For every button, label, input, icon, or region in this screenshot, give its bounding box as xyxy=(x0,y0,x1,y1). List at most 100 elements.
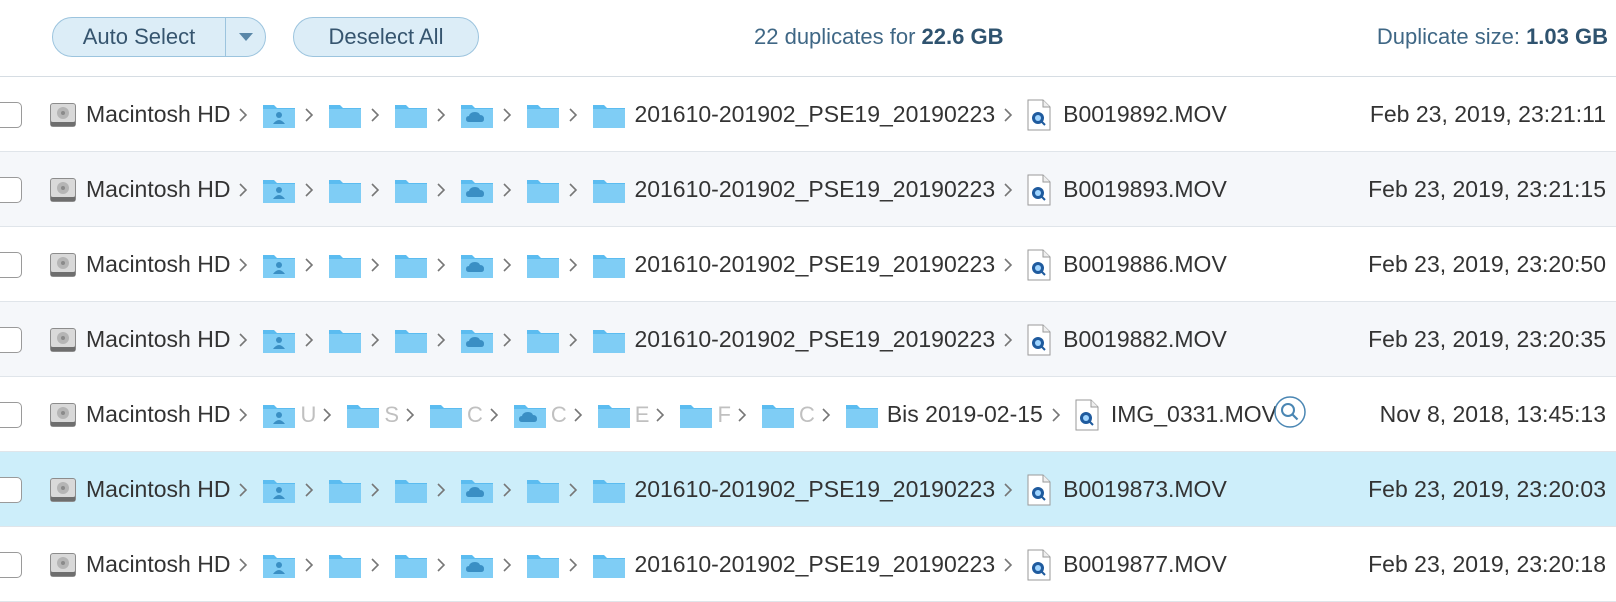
folder-icon[interactable] xyxy=(592,176,626,204)
movie-file-icon[interactable] xyxy=(1027,174,1051,206)
folder-icon[interactable] xyxy=(328,476,362,504)
user-folder-icon[interactable] xyxy=(262,551,296,579)
folder-name: 201610-201902_PSE19_20190223 xyxy=(634,176,996,202)
folder-icon[interactable] xyxy=(394,476,428,504)
truncated-folder-letter: S xyxy=(384,401,400,427)
hard-drive-icon xyxy=(50,402,76,427)
chevron-right-icon xyxy=(490,407,499,422)
file-name: B0019873.MOV xyxy=(1063,476,1227,502)
table-row[interactable]: Macintosh HD 201610-201902_PSE19_20190223… xyxy=(0,452,1616,527)
folder-icon[interactable] xyxy=(429,401,463,429)
volume-name: Macintosh HD xyxy=(86,476,231,502)
folder-icon[interactable] xyxy=(394,326,428,354)
table-row[interactable]: Macintosh HD 201610-201902_PSE19_20190223… xyxy=(0,77,1616,152)
folder-icon[interactable] xyxy=(346,401,380,429)
folder-icon[interactable] xyxy=(526,251,560,279)
auto-select-button[interactable]: Auto Select xyxy=(52,17,266,57)
chevron-right-icon xyxy=(1004,482,1013,497)
summary-size: 22.6 GB xyxy=(921,24,1004,49)
folder-icon[interactable] xyxy=(328,551,362,579)
folder-icon[interactable] xyxy=(526,101,560,129)
user-folder-icon[interactable] xyxy=(262,326,296,354)
table-row[interactable]: Macintosh HD 201610-201902_PSE19_20190223… xyxy=(0,302,1616,377)
movie-file-icon[interactable] xyxy=(1075,399,1099,431)
folder-name: 201610-201902_PSE19_20190223 xyxy=(634,476,996,502)
chevron-right-icon xyxy=(437,257,446,272)
movie-file-icon[interactable] xyxy=(1027,324,1051,356)
magnifier-icon[interactable] xyxy=(1274,396,1306,428)
user-folder-icon[interactable] xyxy=(262,176,296,204)
truncated-folder-letter: C xyxy=(467,401,483,427)
table-row[interactable]: Macintosh HD 201610-201902_PSE19_20190223… xyxy=(0,527,1616,602)
movie-file-icon[interactable] xyxy=(1027,249,1051,281)
folder-icon[interactable] xyxy=(394,176,428,204)
chevron-right-icon xyxy=(371,182,380,197)
chevron-right-icon xyxy=(305,182,314,197)
folder-icon[interactable] xyxy=(328,251,362,279)
chevron-right-icon xyxy=(1004,257,1013,272)
folder-icon[interactable] xyxy=(328,176,362,204)
folder-icon[interactable] xyxy=(526,176,560,204)
folder-icon[interactable] xyxy=(592,101,626,129)
folder-icon[interactable] xyxy=(845,401,879,429)
chevron-right-icon xyxy=(569,332,578,347)
user-folder-icon[interactable] xyxy=(262,101,296,129)
folder-icon[interactable] xyxy=(394,251,428,279)
hard-drive-icon xyxy=(50,102,76,127)
folder-icon[interactable] xyxy=(526,476,560,504)
folder-icon[interactable] xyxy=(526,326,560,354)
row-checkbox[interactable] xyxy=(0,552,22,578)
movie-file-icon[interactable] xyxy=(1027,549,1051,581)
deselect-all-button[interactable]: Deselect All xyxy=(293,17,479,57)
row-checkbox[interactable] xyxy=(0,477,22,503)
chevron-right-icon xyxy=(371,107,380,122)
volume-name: Macintosh HD xyxy=(86,326,231,352)
duplicate-size: Duplicate size: 1.03 GB xyxy=(1377,24,1608,50)
folder-icon[interactable] xyxy=(592,551,626,579)
auto-select-label[interactable]: Auto Select xyxy=(53,18,226,56)
user-folder-icon[interactable] xyxy=(262,401,296,429)
cloud-folder-icon[interactable] xyxy=(460,551,494,579)
cloud-folder-icon[interactable] xyxy=(460,326,494,354)
folder-icon[interactable] xyxy=(597,401,631,429)
row-checkbox[interactable] xyxy=(0,102,22,128)
duplicate-list: Macintosh HD 201610-201902_PSE19_20190223… xyxy=(0,77,1616,602)
movie-file-icon[interactable] xyxy=(1027,474,1051,506)
folder-icon[interactable] xyxy=(679,401,713,429)
file-date: Feb 23, 2019, 23:20:35 xyxy=(1368,326,1606,352)
folder-icon[interactable] xyxy=(394,551,428,579)
user-folder-icon[interactable] xyxy=(262,251,296,279)
folder-icon[interactable] xyxy=(592,251,626,279)
folder-icon[interactable] xyxy=(592,476,626,504)
cloud-folder-icon[interactable] xyxy=(460,476,494,504)
row-checkbox[interactable] xyxy=(0,402,22,428)
folder-icon[interactable] xyxy=(328,326,362,354)
cloud-folder-icon[interactable] xyxy=(460,176,494,204)
file-path: Macintosh HD 201610-201902_PSE19_20190223… xyxy=(48,527,1227,602)
chevron-down-icon[interactable] xyxy=(226,18,265,56)
table-row[interactable]: Macintosh HD 201610-201902_PSE19_20190223… xyxy=(0,227,1616,302)
folder-icon[interactable] xyxy=(526,551,560,579)
table-row[interactable]: Macintosh HD 201610-201902_PSE19_20190223… xyxy=(0,152,1616,227)
truncated-folder-letter: C xyxy=(798,401,815,427)
cloud-folder-icon[interactable] xyxy=(460,251,494,279)
chevron-right-icon xyxy=(569,107,578,122)
row-checkbox[interactable] xyxy=(0,252,22,278)
folder-icon[interactable] xyxy=(592,326,626,354)
chevron-right-icon xyxy=(305,482,314,497)
folder-icon[interactable] xyxy=(394,101,428,129)
table-row[interactable]: Macintosh HD U S C C E F C Bis 2019-02-15 IMG_033… xyxy=(0,377,1616,452)
row-checkbox[interactable] xyxy=(0,327,22,353)
row-checkbox[interactable] xyxy=(0,177,22,203)
movie-file-icon[interactable] xyxy=(1027,99,1051,131)
dup-size-value: 1.03 GB xyxy=(1526,24,1608,49)
cloud-folder-icon[interactable] xyxy=(513,401,547,429)
user-folder-icon[interactable] xyxy=(262,476,296,504)
folder-icon[interactable] xyxy=(761,401,795,429)
folder-icon[interactable] xyxy=(328,101,362,129)
hard-drive-icon xyxy=(50,552,76,577)
hard-drive-icon xyxy=(50,327,76,352)
chevron-right-icon xyxy=(239,332,248,347)
cloud-folder-icon[interactable] xyxy=(460,101,494,129)
file-date: Feb 23, 2019, 23:21:11 xyxy=(1369,101,1606,127)
